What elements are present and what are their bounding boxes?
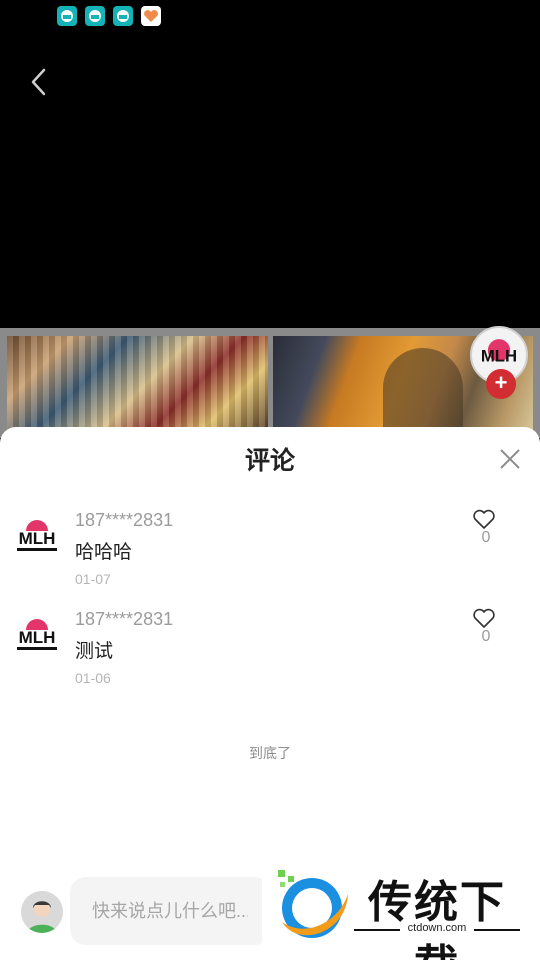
svg-text:MLH: MLH (481, 347, 517, 366)
follow-button[interactable]: + (486, 369, 516, 399)
chevron-left-icon (31, 68, 46, 96)
like-count: 0 (481, 628, 491, 645)
comment-username: 187****2831 (75, 510, 174, 530)
like-button[interactable] (471, 507, 497, 531)
avatar[interactable]: MLH (12, 511, 62, 561)
comment-item: MLH 187****2831 测试 01-06 0 (0, 598, 540, 694)
heart-icon (473, 509, 495, 529)
post-image-market[interactable] (7, 336, 268, 436)
like-button[interactable] (471, 606, 497, 630)
watermark-logo-icon (278, 870, 348, 938)
comment-item: MLH 187****2831 哈哈哈 01-07 0 (0, 499, 540, 595)
end-of-list-text: 到底了 (249, 745, 291, 761)
mlh-logo: MLH (15, 619, 59, 650)
close-button[interactable] (494, 443, 526, 475)
heart-app-icon (141, 6, 161, 26)
comment-text: 哈哈哈 (75, 542, 133, 563)
comment-date: 01-06 (75, 670, 111, 686)
svg-text:MLH: MLH (19, 628, 56, 647)
app-notification-icon (85, 6, 105, 26)
app-notification-icon (113, 6, 133, 26)
watermark-url: ctdown.com (407, 922, 467, 934)
mlh-logo: MLH (15, 520, 59, 551)
watermark: 传统下载 ctdown.com (262, 858, 540, 960)
comment-input[interactable] (70, 877, 270, 945)
svg-text:MLH: MLH (19, 529, 56, 548)
heart-icon (473, 608, 495, 628)
comment-username: 187****2831 (75, 609, 174, 629)
back-button[interactable] (24, 62, 56, 102)
user-avatar-icon (21, 891, 63, 933)
sheet-title: 评论 (244, 447, 295, 475)
post-image-strip (0, 328, 540, 438)
divider (474, 929, 520, 931)
status-bar (0, 0, 540, 32)
avatar[interactable]: MLH (12, 610, 62, 660)
watermark-title: 传统下载 (368, 877, 506, 960)
comment-text: 测试 (75, 641, 114, 662)
like-count: 0 (481, 529, 491, 546)
comment-date: 01-07 (75, 571, 111, 587)
app-notification-icon (57, 6, 77, 26)
close-icon (500, 449, 520, 469)
user-avatar[interactable] (21, 891, 63, 933)
